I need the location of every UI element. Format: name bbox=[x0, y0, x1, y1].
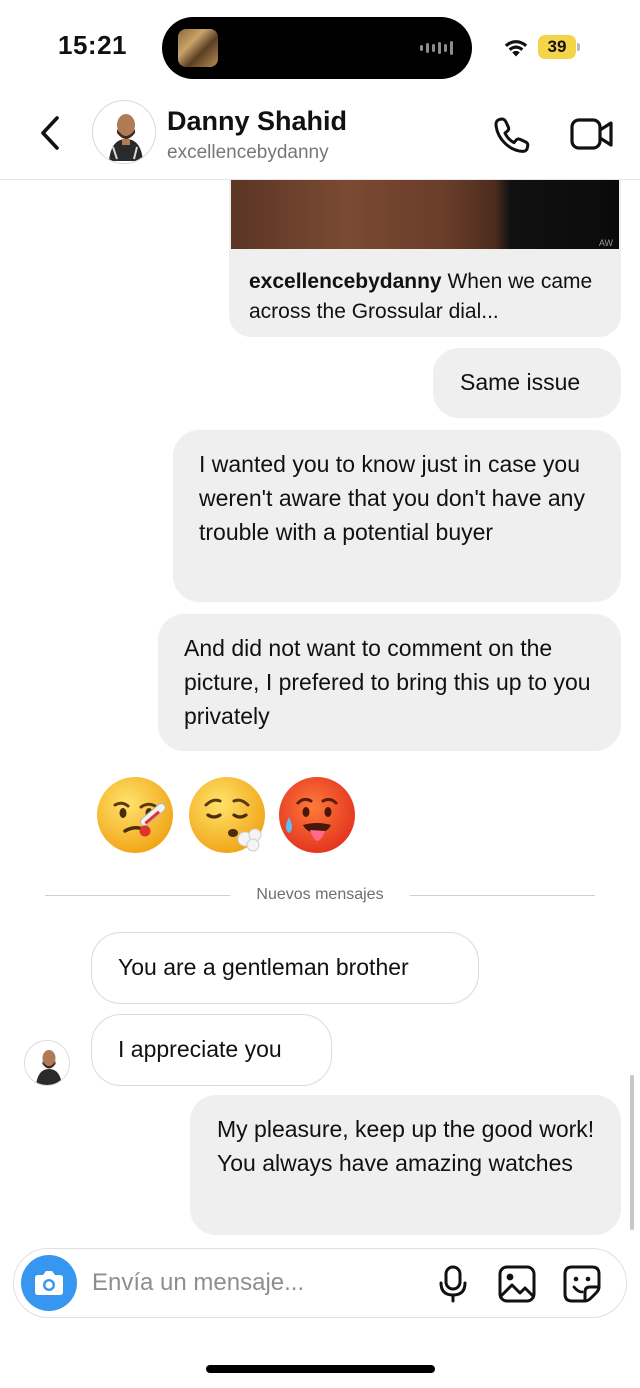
chat-header: Danny Shahid excellencebydanny bbox=[0, 96, 640, 180]
message-outgoing[interactable]: I wanted you to know just in case you we… bbox=[173, 430, 621, 602]
watermark: AW bbox=[598, 238, 613, 248]
thermometer-face-emoji-icon bbox=[97, 777, 173, 853]
hot-face-emoji-icon bbox=[279, 777, 355, 853]
avatar-image bbox=[25, 1041, 69, 1085]
contact-username[interactable]: excellencebydanny bbox=[167, 142, 329, 164]
status-bar: 15:21 39 bbox=[0, 0, 640, 96]
message-outgoing[interactable]: And did not want to comment on the pictu… bbox=[158, 614, 621, 751]
avatar-image bbox=[93, 101, 155, 163]
message-incoming[interactable]: You are a gentleman brother bbox=[91, 932, 479, 1004]
message-outgoing[interactable]: Same issue bbox=[433, 348, 621, 418]
message-thread[interactable]: AW excellencebydanny When we came across… bbox=[0, 180, 640, 1240]
message-outgoing[interactable]: My pleasure, keep up the good work! You … bbox=[190, 1095, 621, 1235]
home-indicator[interactable] bbox=[206, 1365, 435, 1373]
camera-button[interactable] bbox=[21, 1255, 77, 1311]
message-text: Same issue bbox=[460, 369, 581, 395]
message-text: My pleasure, keep up the good work! You … bbox=[217, 1116, 595, 1176]
contact-name[interactable]: Danny Shahid bbox=[167, 106, 347, 137]
sticker-icon[interactable] bbox=[563, 1265, 601, 1303]
new-messages-divider: Nuevos mensajes bbox=[45, 882, 595, 910]
back-chevron-icon[interactable] bbox=[36, 114, 66, 152]
scrollbar[interactable] bbox=[630, 1075, 634, 1230]
post-image[interactable] bbox=[231, 180, 619, 249]
status-time: 15:21 bbox=[58, 30, 127, 60]
message-text: And did not want to comment on the pictu… bbox=[184, 635, 591, 729]
message-text: I appreciate you bbox=[118, 1036, 282, 1062]
message-text: I wanted you to know just in case you we… bbox=[199, 451, 585, 545]
post-caption: excellencebydanny When we came across th… bbox=[249, 267, 609, 327]
island-thumbnail-icon bbox=[178, 29, 218, 67]
audio-wave-icon bbox=[420, 41, 453, 55]
camera-icon bbox=[35, 1271, 63, 1295]
battery-level: 39 bbox=[547, 37, 567, 56]
gallery-icon[interactable] bbox=[498, 1265, 536, 1303]
message-composer bbox=[13, 1248, 627, 1318]
phone-icon[interactable] bbox=[493, 116, 531, 154]
video-camera-icon[interactable] bbox=[570, 117, 614, 151]
battery-icon: 39 bbox=[538, 35, 580, 59]
microphone-icon[interactable] bbox=[438, 1265, 468, 1303]
wifi-icon bbox=[504, 40, 528, 57]
sender-avatar[interactable] bbox=[24, 1040, 70, 1086]
message-input[interactable] bbox=[92, 1263, 422, 1303]
avatar[interactable] bbox=[92, 100, 156, 164]
dynamic-island[interactable] bbox=[162, 17, 472, 79]
message-incoming[interactable]: I appreciate you bbox=[91, 1014, 332, 1086]
shared-post[interactable]: AW excellencebydanny When we came across… bbox=[229, 180, 621, 337]
post-author: excellencebydanny bbox=[249, 270, 442, 293]
exhaling-face-emoji-icon bbox=[189, 777, 265, 853]
message-text: You are a gentleman brother bbox=[118, 954, 409, 980]
